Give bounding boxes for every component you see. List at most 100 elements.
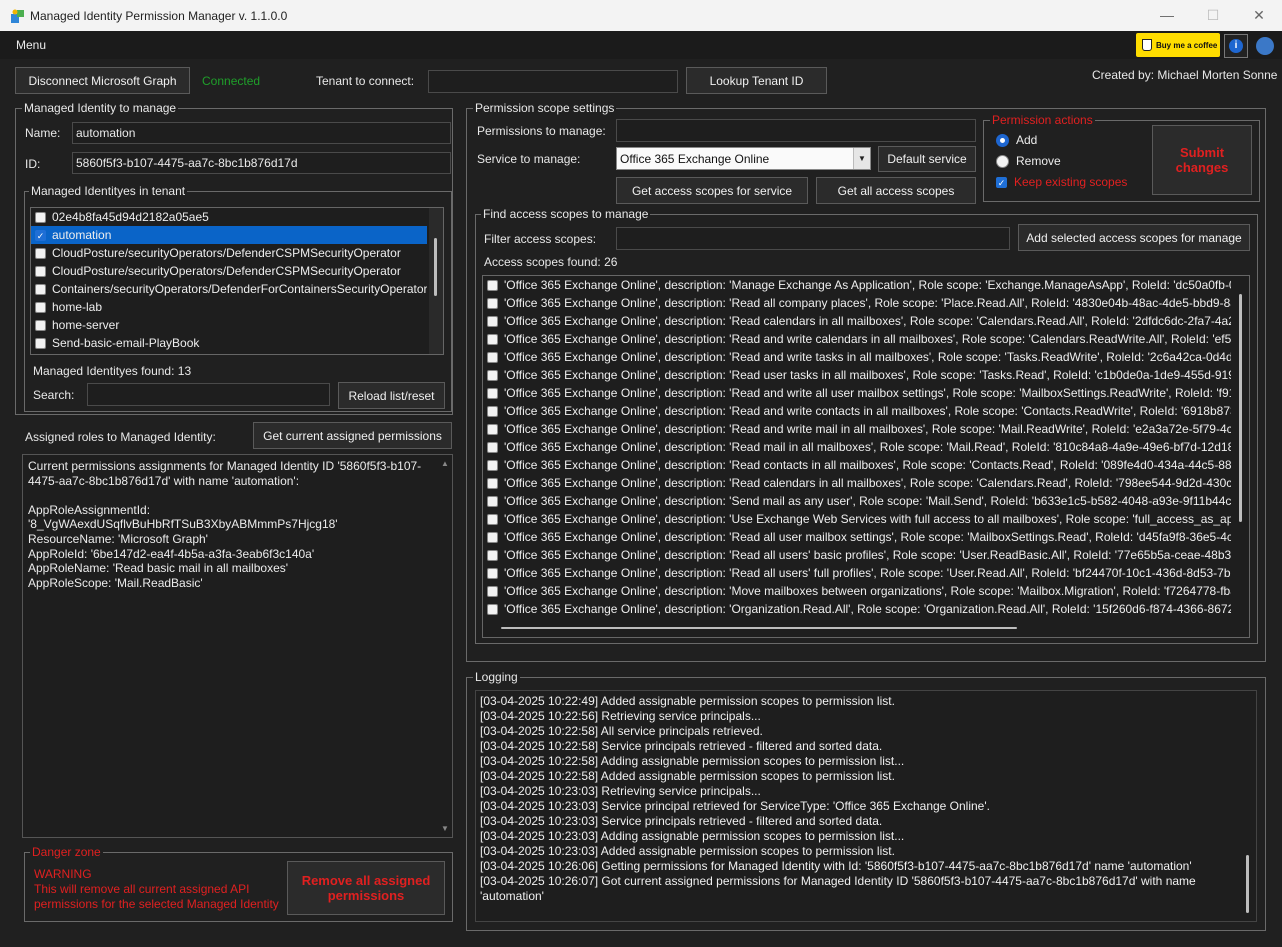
scope-list-item[interactable]: 'Office 365 Exchange Online', descriptio… (483, 564, 1231, 582)
chevron-down-icon[interactable]: ▼ (853, 148, 870, 169)
scope-list-item[interactable]: 'Office 365 Exchange Online', descriptio… (483, 582, 1231, 600)
scope-list-item[interactable]: 'Office 365 Exchange Online', descriptio… (483, 528, 1231, 546)
scope-list-item[interactable]: 'Office 365 Exchange Online', descriptio… (483, 312, 1231, 330)
list-item[interactable]: CloudPosture/securityOperators/DefenderC… (31, 244, 427, 262)
remove-radio[interactable]: Remove (996, 154, 1061, 168)
checkbox-icon[interactable] (35, 212, 46, 224)
list-item[interactable]: Containers/securityOperators/DefenderFor… (31, 280, 427, 298)
scopes-hscroll-thumb[interactable] (501, 627, 1017, 629)
list-item[interactable]: home-lab (31, 298, 427, 316)
checkbox-icon[interactable] (487, 316, 498, 328)
list-item[interactable]: Send-basic-email-PlayBook (31, 334, 427, 352)
theme-toggle-icon[interactable] (1256, 37, 1274, 55)
tenant-input[interactable] (428, 70, 678, 93)
logging-scrollbar[interactable] (1240, 691, 1256, 921)
scope-list-item[interactable]: 'Office 365 Exchange Online', descriptio… (483, 492, 1231, 510)
buy-me-a-coffee-button[interactable]: Buy me a coffee (1136, 33, 1220, 57)
id-field[interactable]: 5860f5f3-b107-4475-aa7c-8bc1b876d17d (72, 152, 451, 174)
checkbox-icon[interactable] (487, 334, 498, 346)
assigned-roles-textbox[interactable]: Current permissions assignments for Mana… (22, 454, 453, 838)
identity-list-scrollbar[interactable] (429, 208, 443, 354)
list-item[interactable]: home-server (31, 316, 427, 334)
scrollbar-thumb[interactable] (434, 238, 437, 296)
list-item[interactable]: CloudPosture/securityOperators/DefenderC… (31, 262, 427, 280)
checkbox-icon[interactable] (487, 388, 498, 400)
scroll-up-icon[interactable]: ▲ (441, 459, 449, 468)
get-all-scopes-button[interactable]: Get all access scopes (816, 177, 976, 204)
scroll-down-icon[interactable]: ▼ (441, 824, 449, 833)
checkbox-icon[interactable] (487, 586, 498, 598)
scope-list-item[interactable]: 'Office 365 Exchange Online', descriptio… (483, 600, 1231, 618)
info-button[interactable]: i (1224, 34, 1248, 58)
scope-list-item[interactable]: 'Office 365 Exchange Online', descriptio… (483, 474, 1231, 492)
scope-list-item[interactable]: 'Office 365 Exchange Online', descriptio… (483, 510, 1231, 528)
scope-list-item[interactable]: 'Office 365 Exchange Online', descriptio… (483, 420, 1231, 438)
checkbox-icon[interactable] (35, 302, 46, 314)
checkbox-icon[interactable] (487, 604, 498, 616)
scopes-vscroll-thumb[interactable] (1239, 294, 1242, 522)
remove-all-permissions-button[interactable]: Remove all assigned permissions (287, 861, 445, 915)
default-service-button[interactable]: Default service (878, 146, 976, 172)
checkbox-icon[interactable] (487, 514, 498, 526)
checkbox-icon[interactable] (35, 266, 46, 278)
checkbox-icon[interactable] (35, 284, 46, 296)
checkbox-icon[interactable] (487, 532, 498, 544)
scope-list-item[interactable]: 'Office 365 Exchange Online', descriptio… (483, 384, 1231, 402)
scope-list-item[interactable]: 'Office 365 Exchange Online', descriptio… (483, 456, 1231, 474)
get-service-scopes-button[interactable]: Get access scopes for service (616, 177, 808, 204)
identity-search-input[interactable] (87, 383, 330, 406)
scopes-hscrollbar[interactable] (483, 618, 1233, 637)
add-radio[interactable]: Add (996, 133, 1037, 147)
submit-changes-button[interactable]: Submit changes (1152, 125, 1252, 195)
identity-list[interactable]: 02e4b8fa45d94d2182a05ae5 ✓ automation Cloud… (30, 207, 444, 355)
service-select[interactable]: Office 365 Exchange Online ▼ (616, 147, 871, 170)
permissions-label: Permissions to manage: (477, 124, 606, 138)
menu-item[interactable]: Menu (16, 38, 46, 52)
scopes-vscrollbar[interactable] (1233, 276, 1249, 637)
close-button[interactable]: ✕ (1236, 0, 1282, 31)
maximize-button[interactable]: ☐ (1190, 0, 1236, 31)
checkbox-icon[interactable] (35, 338, 46, 350)
permissions-input[interactable] (616, 119, 976, 142)
lookup-tenant-button[interactable]: Lookup Tenant ID (686, 67, 827, 94)
scope-item-label: 'Office 365 Exchange Online', descriptio… (504, 602, 1231, 616)
checkbox-icon[interactable] (487, 424, 498, 436)
checkbox-icon[interactable] (487, 460, 498, 472)
minimize-button[interactable]: — (1144, 0, 1190, 31)
checkbox-icon[interactable] (487, 568, 498, 580)
get-assigned-permissions-button[interactable]: Get current assigned permissions (253, 422, 452, 449)
checkbox-icon[interactable] (35, 248, 46, 260)
scope-list-item[interactable]: 'Office 365 Exchange Online', descriptio… (483, 294, 1231, 312)
add-selected-scopes-button[interactable]: Add selected access scopes for manage (1018, 224, 1250, 251)
scope-list-item[interactable]: 'Office 365 Exchange Online', descriptio… (483, 438, 1231, 456)
keep-existing-checkbox[interactable]: ✓ Keep existing scopes (996, 175, 1127, 189)
scope-list-item[interactable]: 'Office 365 Exchange Online', descriptio… (483, 348, 1231, 366)
checkbox-icon[interactable] (35, 320, 46, 332)
checkbox-icon[interactable] (487, 406, 498, 418)
scope-list-item[interactable]: 'Office 365 Exchange Online', descriptio… (483, 546, 1231, 564)
scope-list-item[interactable]: 'Office 365 Exchange Online', descriptio… (483, 276, 1231, 294)
checkbox-icon[interactable] (487, 478, 498, 490)
checkbox-icon[interactable] (487, 442, 498, 454)
checkbox-icon[interactable] (487, 352, 498, 364)
logging-scroll-thumb[interactable] (1246, 855, 1249, 913)
checkbox-icon[interactable] (487, 280, 498, 292)
disconnect-graph-button[interactable]: Disconnect Microsoft Graph (15, 67, 190, 94)
checkbox-icon[interactable] (487, 550, 498, 562)
checkbox-icon[interactable] (487, 298, 498, 310)
scope-list-item[interactable]: 'Office 365 Exchange Online', descriptio… (483, 402, 1231, 420)
list-item[interactable]: 02e4b8fa45d94d2182a05ae5 (31, 208, 427, 226)
scopes-list[interactable]: 'Office 365 Exchange Online', descriptio… (482, 275, 1250, 638)
logging-textbox[interactable]: [03-04-2025 10:22:49] Added assignable p… (475, 690, 1257, 922)
checkbox-checked-icon[interactable]: ✓ (35, 230, 46, 242)
checkbox-icon[interactable] (487, 496, 498, 508)
name-field[interactable]: automation (72, 122, 451, 144)
assigned-scrollbar[interactable]: ▲ ▼ (438, 455, 452, 837)
reload-list-button[interactable]: Reload list/reset (338, 382, 445, 409)
scope-list-item[interactable]: 'Office 365 Exchange Online', descriptio… (483, 330, 1231, 348)
name-label: Name: (25, 126, 61, 140)
scope-list-item[interactable]: 'Office 365 Exchange Online', descriptio… (483, 366, 1231, 384)
list-item[interactable]: ✓ automation (31, 226, 427, 244)
checkbox-icon[interactable] (487, 370, 498, 382)
filter-scopes-input[interactable] (616, 227, 1010, 250)
